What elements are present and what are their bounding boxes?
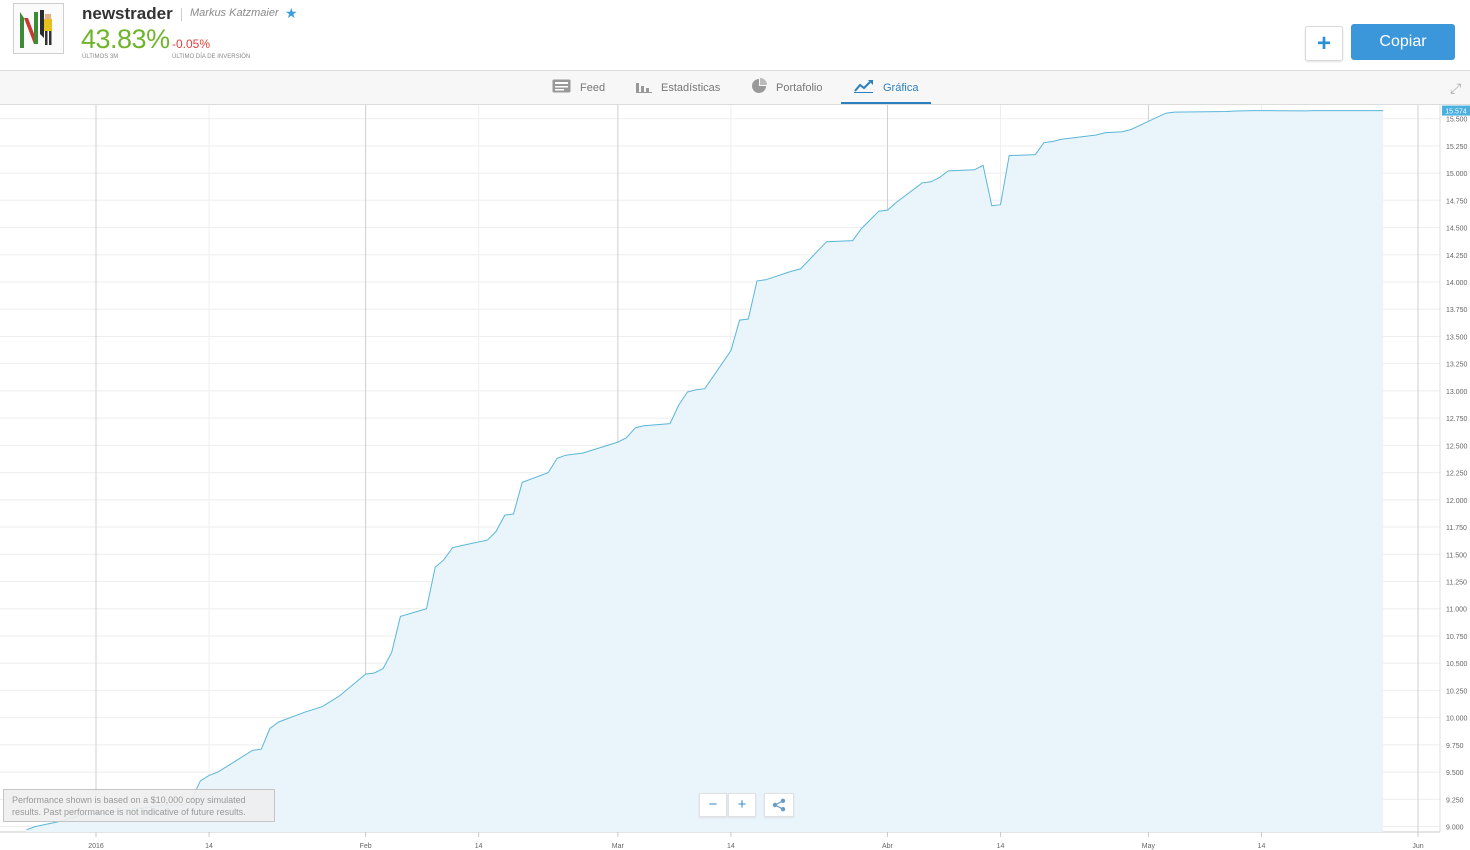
x-tick-label: 14 bbox=[997, 843, 1005, 850]
pie-chart-icon bbox=[751, 78, 767, 97]
expand-icon[interactable]: ⤢ bbox=[1450, 80, 1461, 97]
avatar[interactable] bbox=[13, 3, 64, 54]
tab-grafica-label: Gráfica bbox=[883, 81, 919, 94]
tab-portafolio[interactable]: Portafolio bbox=[751, 71, 822, 104]
x-tick-label: 14 bbox=[475, 843, 483, 850]
y-tick-label: 10.000 bbox=[1446, 716, 1468, 723]
y-tick-label: 11.000 bbox=[1446, 607, 1467, 614]
username[interactable]: newstrader bbox=[82, 4, 173, 24]
x-tick-label: 14 bbox=[1258, 843, 1266, 850]
star-icon[interactable]: ★ bbox=[285, 5, 298, 22]
y-tick-label: 14.500 bbox=[1446, 226, 1468, 233]
y-tick-label: 13.750 bbox=[1446, 307, 1468, 314]
y-tick-label: 14.000 bbox=[1446, 280, 1468, 287]
x-tick-label: Abr bbox=[882, 843, 894, 850]
y-tick-label: 9.500 bbox=[1446, 770, 1464, 777]
tab-feed[interactable]: Feed bbox=[552, 71, 605, 104]
share-icon bbox=[772, 798, 786, 816]
gain-percent: 43.83% bbox=[81, 24, 170, 54]
x-tick-label: Feb bbox=[360, 843, 372, 850]
x-tick-label: 2016 bbox=[88, 843, 104, 850]
y-tick-label: 13.250 bbox=[1446, 362, 1468, 369]
y-tick-label: 15.000 bbox=[1446, 171, 1468, 178]
tab-feed-label: Feed bbox=[580, 81, 606, 94]
profile-header: newstrader Markus Katzmaier ★ 43.83% ÚLT… bbox=[0, 0, 1470, 71]
y-tick-label: 12.250 bbox=[1446, 471, 1468, 478]
day-change: -0.05% bbox=[172, 37, 211, 51]
y-tick-label: 10.750 bbox=[1446, 634, 1468, 641]
gain-caption: ÚLTIMOS 3M bbox=[82, 54, 119, 60]
y-tick-label: 10.250 bbox=[1446, 688, 1468, 695]
bar-chart-icon bbox=[636, 80, 652, 96]
zoom-in-button[interactable]: + bbox=[728, 793, 756, 817]
y-tick-label: 14.750 bbox=[1446, 198, 1468, 205]
y-tick-label: 9.000 bbox=[1446, 825, 1464, 832]
equity-area bbox=[26, 110, 1384, 833]
y-tick-label: 12.750 bbox=[1446, 416, 1468, 423]
day-change-caption: ÚLTIMO DÍA DE INVERSIÓN bbox=[172, 54, 251, 60]
x-tick-label: Jun bbox=[1412, 843, 1423, 850]
performance-disclaimer: Performance shown is based on a $10,000 … bbox=[3, 789, 275, 822]
line-chart-icon bbox=[854, 79, 874, 96]
x-tick-label: 14 bbox=[205, 843, 213, 850]
y-tick-label: 13.000 bbox=[1446, 389, 1468, 396]
y-tick-label: 11.500 bbox=[1446, 552, 1467, 559]
full-name: Markus Katzmaier bbox=[190, 7, 279, 19]
share-button[interactable] bbox=[764, 793, 794, 817]
y-tick-label: 12.000 bbox=[1446, 498, 1468, 505]
y-tick-label: 15.250 bbox=[1446, 144, 1468, 151]
x-tick-label: 14 bbox=[727, 843, 735, 850]
feed-icon bbox=[552, 79, 571, 96]
equity-chart[interactable]: 9.000 9.250 9.500 9.750 10.000 10.250 10.500 10… bbox=[0, 105, 1470, 850]
y-tick-label: 11.250 bbox=[1446, 579, 1467, 586]
y-tick-label: 13.500 bbox=[1446, 334, 1468, 341]
y-tick-label: 9.250 bbox=[1446, 797, 1464, 804]
y-tick-label: 9.750 bbox=[1446, 743, 1464, 750]
tab-grafica[interactable]: Gráfica bbox=[854, 71, 918, 104]
divider bbox=[181, 8, 182, 21]
y-tick-label: 14.250 bbox=[1446, 253, 1468, 260]
x-tick-label: Mar bbox=[612, 843, 625, 850]
x-tick-label: May bbox=[1142, 843, 1156, 850]
tab-estadisticas-label: Estadísticas bbox=[661, 81, 721, 94]
y-tick-label: 10.500 bbox=[1446, 661, 1468, 668]
active-tab-indicator bbox=[841, 102, 931, 104]
current-value-label: 15.574 bbox=[1445, 109, 1467, 116]
zoom-out-button[interactable]: − bbox=[699, 793, 727, 817]
tab-portafolio-label: Portafolio bbox=[776, 81, 823, 94]
add-to-watchlist-button[interactable]: + bbox=[1305, 26, 1343, 61]
y-tick-label: 15.500 bbox=[1446, 117, 1468, 124]
y-tick-label: 11.750 bbox=[1446, 525, 1467, 532]
y-tick-label: 12.500 bbox=[1446, 443, 1468, 450]
tab-estadisticas[interactable]: Estadísticas bbox=[636, 71, 720, 104]
tab-bar: Feed Estadísticas Portafolio Gráfica ⤢ bbox=[0, 71, 1470, 105]
copy-button[interactable]: Copiar bbox=[1351, 24, 1455, 60]
